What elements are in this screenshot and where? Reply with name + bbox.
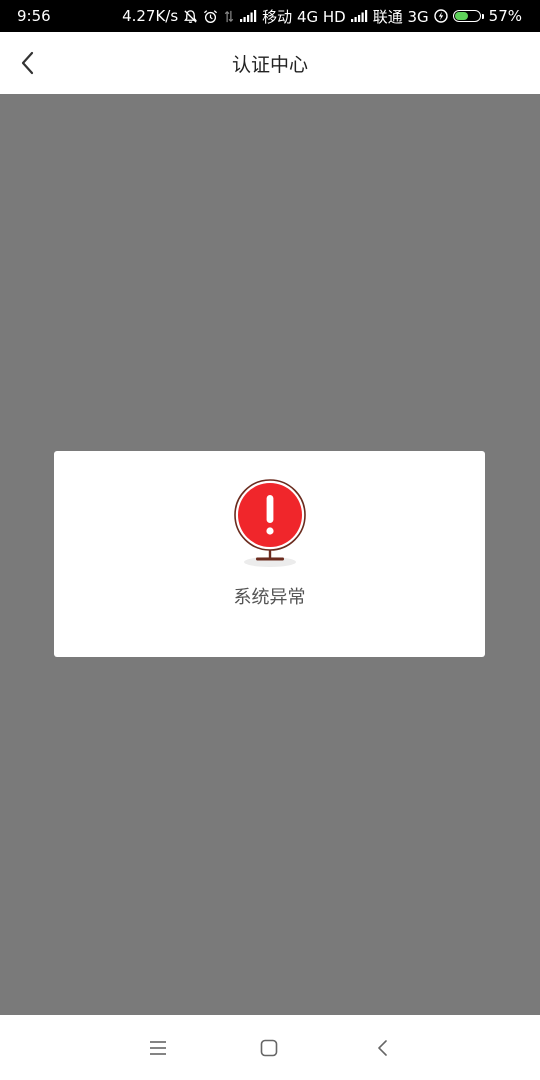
carrier-2: 联通 3G — [372, 7, 429, 26]
alarm-icon — [203, 9, 218, 24]
mute-bell-icon — [183, 9, 198, 24]
status-time: 9:56 — [17, 7, 51, 25]
page-title: 认证中心 — [231, 53, 308, 76]
system-back-button[interactable] — [370, 1035, 396, 1061]
charging-icon — [433, 9, 448, 23]
battery-percent: 57% — [488, 7, 522, 25]
screen: 9:56 4.27K/s 移动 4G HD 联通 3G 57% 认证中心 系统异… — [0, 0, 540, 1080]
home-button[interactable] — [256, 1035, 282, 1061]
status-bar: 9:56 4.27K/s 移动 4G HD 联通 3G 57% — [0, 0, 540, 32]
title-bar: 认证中心 — [0, 32, 540, 94]
status-indicators: 4.27K/s 移动 4G HD 联通 3G 57% — [122, 6, 522, 27]
back-chevron-icon — [378, 1040, 387, 1056]
menu-button[interactable] — [145, 1035, 171, 1061]
navigation-bar — [0, 1015, 540, 1080]
carrier-1: 移动 4G HD — [262, 7, 346, 26]
chevron-left-icon — [21, 51, 34, 75]
exclamation-sign-icon — [234, 479, 306, 567]
error-message: 系统异常 — [233, 587, 306, 608]
data-arrows-icon — [223, 9, 235, 24]
network-speed: 4.27K/s — [122, 7, 179, 25]
error-dialog: 系统异常 — [54, 451, 485, 657]
home-square-icon — [260, 1039, 278, 1057]
battery-icon — [452, 10, 484, 22]
signal-icon — [240, 10, 257, 22]
signal-icon — [350, 10, 368, 22]
menu-icon — [150, 1041, 166, 1055]
back-button[interactable] — [12, 47, 44, 79]
